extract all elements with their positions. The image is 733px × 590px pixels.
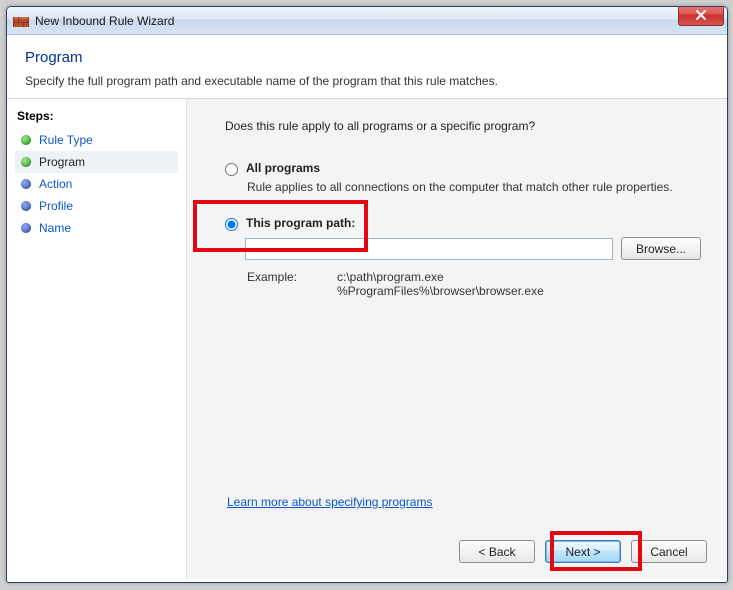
example-text: c:\path\program.exe %ProgramFiles%\brows… xyxy=(337,270,544,298)
steps-sidebar: Steps: Rule Type Program Action Profile … xyxy=(7,99,187,579)
step-profile[interactable]: Profile xyxy=(15,195,178,217)
option-program-path[interactable]: This program path: xyxy=(213,216,701,231)
step-label: Profile xyxy=(39,199,73,213)
step-bullet-icon xyxy=(21,179,31,189)
close-icon xyxy=(695,8,707,23)
step-program[interactable]: Program xyxy=(15,151,178,173)
step-bullet-icon xyxy=(21,135,31,145)
back-button[interactable]: < Back xyxy=(459,540,535,563)
program-path-input[interactable] xyxy=(245,238,613,260)
question-text: Does this rule apply to all programs or … xyxy=(213,119,701,133)
wizard-content: Does this rule apply to all programs or … xyxy=(187,99,727,579)
example-row: Example: c:\path\program.exe %ProgramFil… xyxy=(213,270,701,298)
next-button[interactable]: Next > xyxy=(545,540,621,563)
example-label: Example: xyxy=(247,270,337,298)
steps-heading: Steps: xyxy=(15,109,178,123)
step-rule-type[interactable]: Rule Type xyxy=(15,129,178,151)
step-label: Program xyxy=(39,155,85,169)
step-name[interactable]: Name xyxy=(15,217,178,239)
cancel-button[interactable]: Cancel xyxy=(631,540,707,563)
page-subtitle: Specify the full program path and execut… xyxy=(25,74,709,88)
step-bullet-icon xyxy=(21,223,31,233)
browse-button[interactable]: Browse... xyxy=(621,237,701,260)
window-title: New Inbound Rule Wizard xyxy=(35,14,174,28)
step-bullet-icon xyxy=(21,201,31,211)
wizard-footer: < Back Next > Cancel xyxy=(459,540,707,563)
titlebar[interactable]: New Inbound Rule Wizard xyxy=(7,7,727,35)
step-label: Action xyxy=(39,177,72,191)
wizard-window: New Inbound Rule Wizard Program Specify … xyxy=(6,6,728,583)
radio-all-desc: Rule applies to all connections on the c… xyxy=(213,180,701,194)
radio-all-programs[interactable] xyxy=(225,163,238,176)
radio-all-label: All programs xyxy=(246,161,320,175)
step-bullet-icon xyxy=(21,157,31,167)
learn-more-link[interactable]: Learn more about specifying programs xyxy=(227,495,432,509)
step-label: Name xyxy=(39,221,71,235)
wizard-body: Steps: Rule Type Program Action Profile … xyxy=(7,99,727,579)
close-button[interactable] xyxy=(678,6,724,26)
program-path-row: Browse... xyxy=(213,237,701,260)
option-all-programs[interactable]: All programs xyxy=(213,161,701,176)
radio-path-label: This program path: xyxy=(246,216,355,230)
step-action[interactable]: Action xyxy=(15,173,178,195)
wizard-header: Program Specify the full program path an… xyxy=(7,35,727,99)
page-title: Program xyxy=(25,49,709,66)
radio-program-path[interactable] xyxy=(225,218,238,231)
step-label: Rule Type xyxy=(39,133,93,147)
firewall-icon xyxy=(13,13,29,29)
